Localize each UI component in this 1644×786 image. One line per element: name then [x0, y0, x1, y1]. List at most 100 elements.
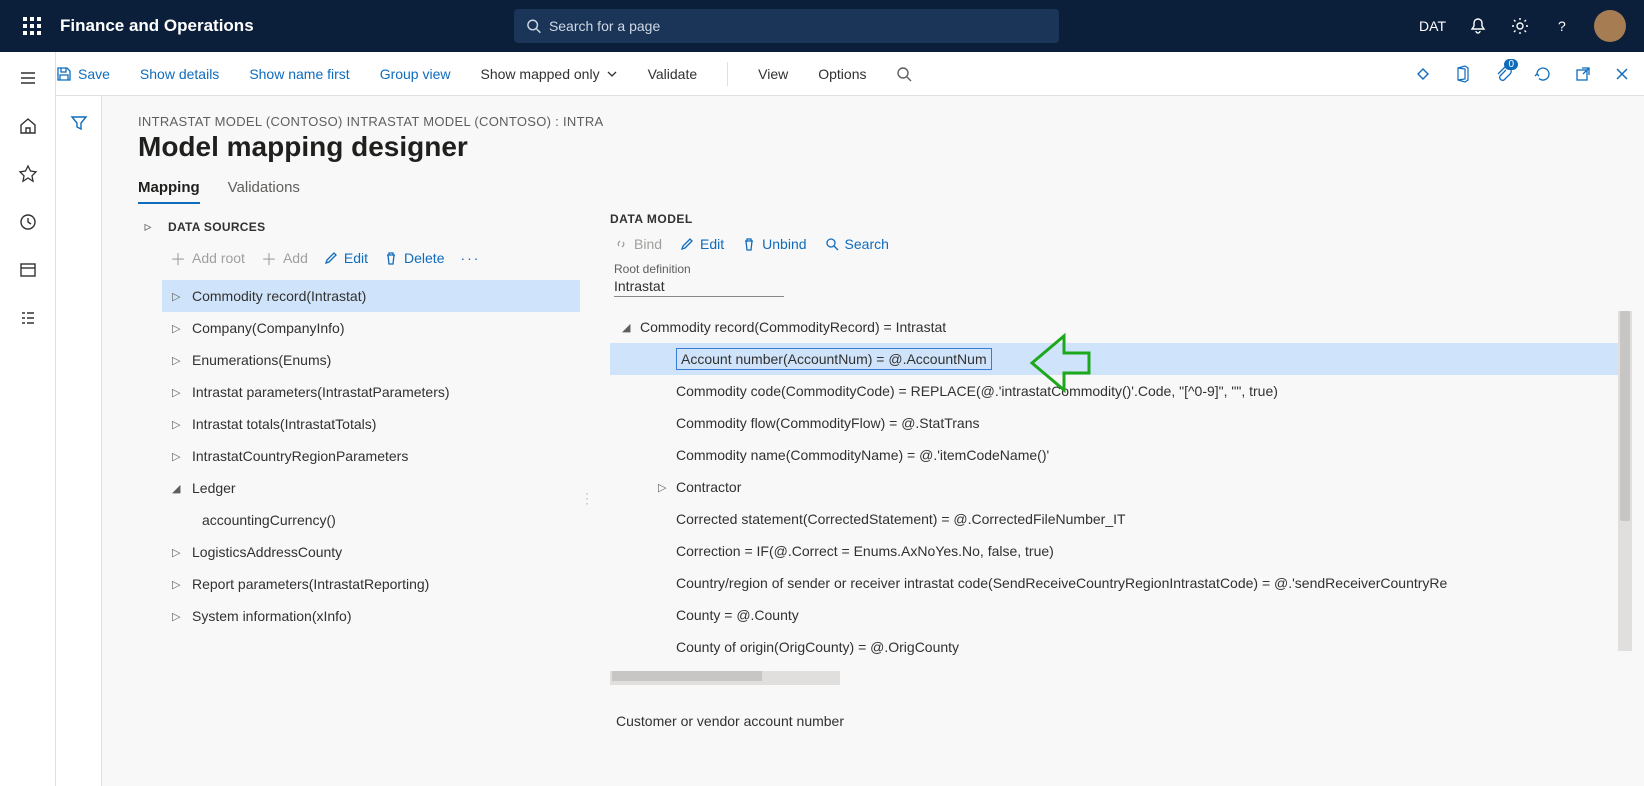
options-menu[interactable]: Options: [818, 66, 866, 82]
data-model-row[interactable]: ◢Commodity record(CommodityRecord) = Int…: [610, 311, 1632, 343]
expand-closed-icon[interactable]: ▷: [172, 418, 188, 431]
data-source-label: Ledger: [188, 480, 236, 496]
data-source-item[interactable]: ▷Enumerations(Enums): [162, 344, 580, 376]
find-button[interactable]: [896, 66, 912, 82]
validate-button[interactable]: Validate: [648, 66, 698, 82]
root-definition-value[interactable]: Intrastat: [614, 278, 784, 297]
waffle-icon[interactable]: [10, 17, 54, 35]
data-source-label: Enumerations(Enums): [188, 352, 331, 368]
attachments-button[interactable]: 0: [1494, 65, 1512, 83]
attachments-badge: 0: [1504, 59, 1518, 70]
dm-search-label: Search: [845, 236, 889, 252]
add-root-button[interactable]: ＋Add root: [170, 246, 245, 270]
close-icon[interactable]: [1614, 66, 1630, 82]
data-model-text: Corrected statement(CorrectedStatement) …: [676, 511, 1126, 527]
data-source-item[interactable]: ▷Intrastat parameters(IntrastatParameter…: [162, 376, 580, 408]
recent-icon[interactable]: [18, 212, 38, 232]
expand-closed-icon[interactable]: ▷: [172, 386, 188, 399]
data-model-text: Commodity code(CommodityCode) = REPLACE(…: [676, 383, 1278, 399]
data-model-row[interactable]: ▷Contractor: [610, 471, 1632, 503]
filter-icon[interactable]: [70, 114, 88, 786]
data-source-item[interactable]: ▷Intrastat totals(IntrastatTotals): [162, 408, 580, 440]
data-source-item[interactable]: ▷Report parameters(IntrastatReporting): [162, 568, 580, 600]
show-name-first-button[interactable]: Show name first: [249, 66, 349, 82]
data-model-row[interactable]: Account number(AccountNum) = @.AccountNu…: [610, 343, 1632, 375]
modules-icon[interactable]: [18, 308, 38, 328]
data-model-row[interactable]: Correction = IF(@.Correct = Enums.AxNoYe…: [610, 535, 1632, 567]
expand-open-icon[interactable]: ◢: [172, 482, 188, 495]
delete-button[interactable]: Delete: [384, 250, 444, 266]
tabs: Mapping Validations: [102, 173, 1644, 204]
data-model-row[interactable]: County of origin(OrigCounty) = @.OrigCou…: [610, 631, 1632, 663]
data-source-item[interactable]: ▷Company(CompanyInfo): [162, 312, 580, 344]
data-model-row[interactable]: Commodity name(CommodityName) = @.'itemC…: [610, 439, 1632, 471]
vertical-scrollbar[interactable]: [1618, 311, 1632, 651]
company-code[interactable]: DAT: [1419, 18, 1446, 34]
expand-closed-icon[interactable]: ▷: [172, 610, 188, 623]
search-icon: [825, 237, 839, 251]
tab-mapping[interactable]: Mapping: [138, 179, 200, 204]
link-icon[interactable]: [1414, 65, 1432, 83]
show-details-button[interactable]: Show details: [140, 66, 219, 82]
search-input[interactable]: [549, 18, 1047, 34]
expand-closed-icon[interactable]: ▷: [172, 290, 188, 303]
add-label: Add: [283, 250, 308, 266]
data-model-row[interactable]: Corrected statement(CorrectedStatement) …: [610, 503, 1632, 535]
brand-title: Finance and Operations: [60, 16, 254, 36]
data-model-text: Account number(AccountNum) = @.AccountNu…: [676, 348, 992, 370]
data-model-text: Contractor: [676, 479, 741, 495]
data-source-label: LogisticsAddressCounty: [188, 544, 342, 560]
hamburger-icon[interactable]: [18, 68, 38, 88]
bind-button[interactable]: Bind: [614, 236, 662, 252]
chevron-right-icon[interactable]: ▹: [134, 212, 162, 784]
unbind-button[interactable]: Unbind: [742, 236, 806, 252]
data-source-child[interactable]: accountingCurrency(): [162, 504, 580, 536]
horizontal-scrollbar[interactable]: [610, 671, 840, 685]
expand-closed-icon[interactable]: ▷: [172, 354, 188, 367]
data-source-item[interactable]: ▷Commodity record(Intrastat): [162, 280, 580, 312]
expand-closed-icon[interactable]: ▷: [172, 546, 188, 559]
drag-handle-icon[interactable]: ⋮: [580, 490, 600, 507]
data-sources-header: DATA SOURCES: [162, 212, 580, 242]
more-button[interactable]: ···: [460, 250, 480, 266]
save-button[interactable]: Save: [56, 66, 110, 82]
data-source-item[interactable]: ◢Ledger: [162, 472, 580, 504]
gear-icon[interactable]: [1510, 16, 1530, 36]
data-model-row[interactable]: Country/region of sender or receiver int…: [610, 567, 1632, 599]
workspaces-icon[interactable]: [18, 260, 38, 280]
avatar[interactable]: [1594, 10, 1626, 42]
view-menu[interactable]: View: [758, 66, 788, 82]
data-source-label: Commodity record(Intrastat): [188, 288, 366, 304]
expand-closed-icon[interactable]: ▷: [658, 481, 676, 494]
group-view-button[interactable]: Group view: [380, 66, 451, 82]
home-icon[interactable]: [18, 116, 38, 136]
help-icon[interactable]: ?: [1552, 16, 1572, 36]
root-definition-label: Root definition: [610, 262, 1632, 276]
add-button[interactable]: ＋Add: [261, 246, 308, 270]
show-mapped-dropdown[interactable]: Show mapped only: [481, 66, 618, 82]
data-model-text: Correction = IF(@.Correct = Enums.AxNoYe…: [676, 543, 1054, 559]
trash-icon: [384, 251, 398, 265]
popout-icon[interactable]: [1574, 65, 1592, 83]
expand-open-icon[interactable]: ◢: [622, 321, 640, 334]
dm-search-button[interactable]: Search: [825, 236, 889, 252]
tab-validations[interactable]: Validations: [228, 179, 300, 204]
expand-closed-icon[interactable]: ▷: [172, 322, 188, 335]
star-icon[interactable]: [18, 164, 38, 184]
add-root-label: Add root: [192, 250, 245, 266]
data-source-item[interactable]: ▷IntrastatCountryRegionParameters: [162, 440, 580, 472]
office-icon[interactable]: [1454, 65, 1472, 83]
data-source-item[interactable]: ▷LogisticsAddressCounty: [162, 536, 580, 568]
global-search[interactable]: [514, 9, 1059, 43]
data-model-row[interactable]: Commodity code(CommodityCode) = REPLACE(…: [610, 375, 1632, 407]
data-model-row[interactable]: County = @.County: [610, 599, 1632, 631]
expand-closed-icon[interactable]: ▷: [172, 450, 188, 463]
expand-closed-icon[interactable]: ▷: [172, 578, 188, 591]
refresh-icon[interactable]: [1534, 65, 1552, 83]
dm-edit-button[interactable]: Edit: [680, 236, 724, 252]
bind-label: Bind: [634, 236, 662, 252]
data-source-item[interactable]: ▷System information(xInfo): [162, 600, 580, 632]
data-model-row[interactable]: Commodity flow(CommodityFlow) = @.StatTr…: [610, 407, 1632, 439]
edit-button[interactable]: Edit: [324, 250, 368, 266]
bell-icon[interactable]: [1468, 16, 1488, 36]
